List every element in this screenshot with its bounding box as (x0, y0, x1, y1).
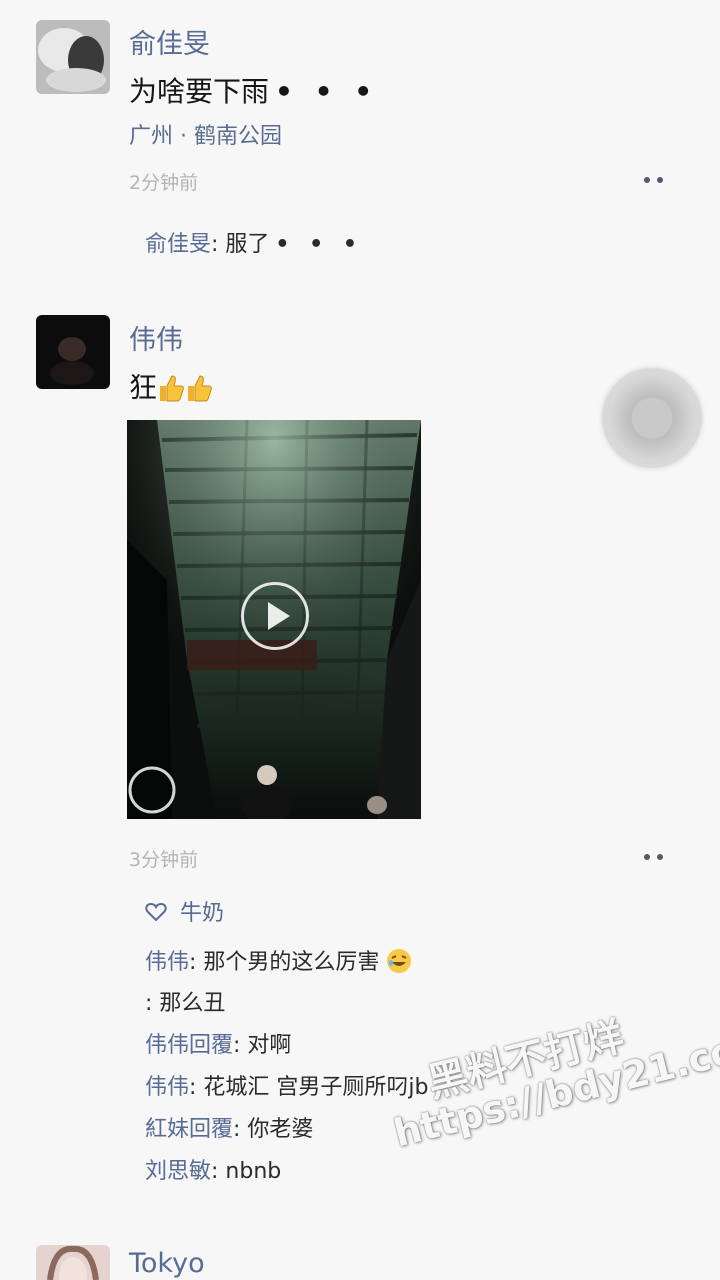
post-text: 为啥要下雨 • • • (129, 75, 379, 108)
more-icon[interactable] (640, 172, 670, 188)
post-location[interactable]: 广州 · 鹤南公园 (129, 118, 282, 150)
poster-name[interactable]: Tokyo (129, 1248, 205, 1279)
thumbs-up-icon (188, 375, 212, 402)
avatar[interactable] (36, 20, 110, 94)
likes-row: 牛奶 (145, 895, 224, 927)
watermark: 黑料不打烊 https://bdy21.co (389, 1013, 720, 1156)
heart-icon (145, 902, 167, 922)
thumbs-up-icon (160, 375, 184, 402)
avatar[interactable] (36, 1245, 110, 1280)
floating-ball-icon[interactable] (602, 368, 702, 468)
post-time: 2分钟前 (129, 172, 199, 194)
comment-item[interactable]: : 那么丑 (145, 985, 225, 1017)
laughing-emoji-icon (387, 949, 412, 973)
post-text: 狂 (129, 366, 213, 406)
like-user[interactable]: 牛奶 (180, 901, 224, 926)
avatar[interactable] (36, 315, 110, 389)
comment-item[interactable]: 伟伟: 那个男的这么厉害 (145, 944, 412, 976)
comment-item[interactable]: 刘思敏: nbnb (145, 1153, 281, 1185)
comment-item[interactable]: 紅妹回覆: 你老婆 (145, 1111, 313, 1143)
ellipsis-dots: • • • (275, 75, 379, 108)
post-time: 3分钟前 (129, 849, 199, 871)
more-icon[interactable] (640, 849, 670, 865)
poster-name[interactable]: 伟伟 (129, 318, 183, 357)
comment-item[interactable]: 俞佳旻: 服了 • • • (145, 226, 363, 258)
poster-name[interactable]: 俞佳旻 (129, 22, 210, 61)
play-icon[interactable] (241, 582, 309, 650)
comment-item[interactable]: 伟伟回覆: 对啊 (145, 1027, 291, 1059)
